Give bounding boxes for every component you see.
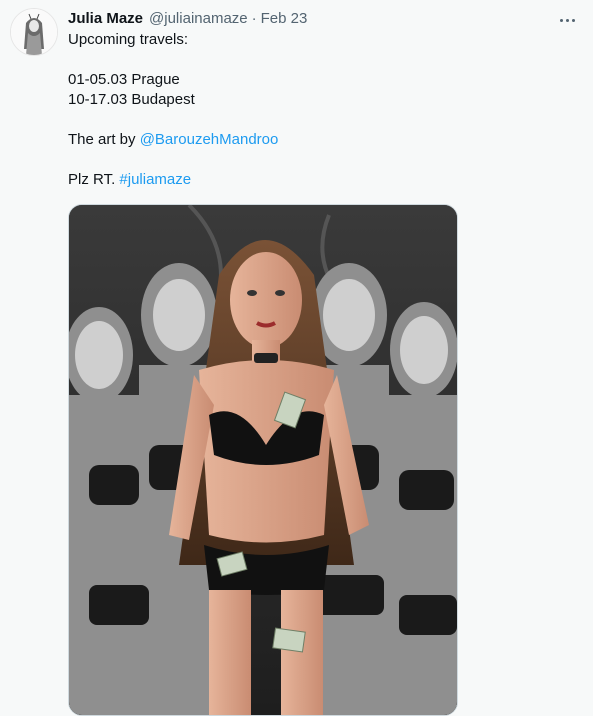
tweet-media-image[interactable] [68,204,458,716]
text-line: 10-17.03 Budapest [68,91,195,108]
text-line: Plz RT. #juliamaze [68,171,192,188]
text-line: Upcoming travels: [68,31,189,48]
more-options-button[interactable] [553,10,581,30]
tweet-header: Julia Maze @juliainamaze · Feb 23 [68,8,573,28]
avatar[interactable] [10,8,58,56]
artwork-illustration [69,205,457,715]
mention-link[interactable]: @BarouzehMandroo [140,131,279,148]
avatar-illustration [11,9,57,55]
text-line: 01-05.03 Prague [68,71,180,88]
text-line: The art by @BarouzehMandroo [68,131,279,148]
tweet-date[interactable]: Feb 23 [261,10,308,27]
separator: · [251,9,257,27]
tweet: Julia Maze @juliainamaze · Feb 23 Upcomi… [0,0,593,716]
author-handle[interactable]: @juliainamaze [149,10,248,27]
author-name[interactable]: Julia Maze [68,10,143,27]
more-horizontal-icon [559,18,563,22]
tweet-text: Upcoming travels: 01-05.03 Prague 10-17.… [68,30,573,190]
hashtag-link[interactable]: #juliamaze [119,171,191,188]
